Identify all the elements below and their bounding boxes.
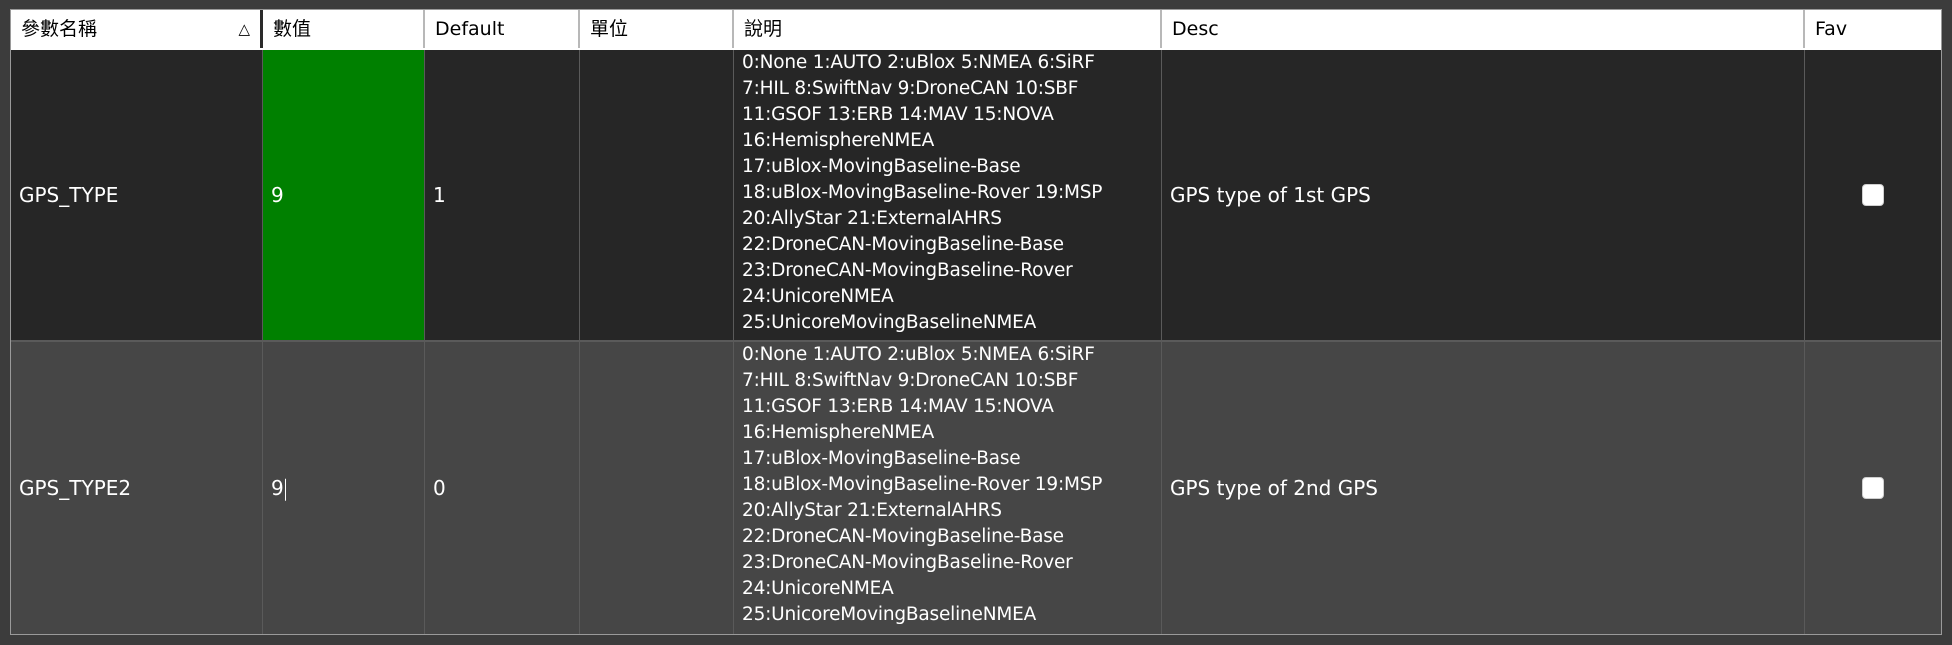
param-value-cell[interactable]: 9 (263, 50, 425, 340)
param-units-cell (580, 342, 734, 634)
sort-ascending-icon: △ (238, 20, 250, 38)
column-header-units[interactable]: 單位 (580, 10, 734, 48)
column-header-default-label: Default (435, 18, 505, 40)
column-header-desc-label: Desc (1172, 18, 1219, 40)
table-row[interactable]: GPS_TYPE 9 1 0:None 1:AUTO 2:uBlox 5:NME… (11, 50, 1941, 342)
parameter-grid: 參數名稱 △ 數值 Default 單位 說明 Desc Fav GPS_TYP… (10, 9, 1942, 635)
column-header-value-label: 數值 (273, 18, 312, 40)
table-row[interactable]: GPS_TYPE2 9 0 0:None 1:AUTO 2:uBlox 5:NM… (11, 342, 1941, 634)
grid-header: 參數名稱 △ 數值 Default 單位 說明 Desc Fav (11, 10, 1941, 50)
param-value-editor[interactable]: 9 (271, 476, 418, 501)
param-default-cell: 1 (425, 50, 580, 340)
param-units-cell (580, 50, 734, 340)
param-options-cell: 0:None 1:AUTO 2:uBlox 5:NMEA 6:SiRF 7:HI… (734, 50, 1162, 340)
column-header-fav[interactable]: Fav (1805, 10, 1941, 48)
param-name-cell[interactable]: GPS_TYPE2 (11, 342, 263, 634)
column-header-options-label: 說明 (744, 18, 783, 40)
param-name: GPS_TYPE (19, 183, 119, 207)
param-fav-cell (1805, 342, 1941, 634)
param-default-cell: 0 (425, 342, 580, 634)
fav-checkbox[interactable] (1862, 477, 1884, 499)
column-header-name[interactable]: 參數名稱 △ (11, 10, 263, 48)
param-options: 0:None 1:AUTO 2:uBlox 5:NMEA 6:SiRF 7:HI… (742, 344, 1103, 625)
column-header-name-label: 參數名稱 (21, 18, 98, 40)
column-header-options[interactable]: 說明 (734, 10, 1162, 48)
column-header-desc[interactable]: Desc (1162, 10, 1805, 48)
param-options-cell: 0:None 1:AUTO 2:uBlox 5:NMEA 6:SiRF 7:HI… (734, 342, 1162, 634)
param-value: 9 (271, 475, 284, 500)
param-name-cell[interactable]: GPS_TYPE (11, 50, 263, 340)
param-options: 0:None 1:AUTO 2:uBlox 5:NMEA 6:SiRF 7:HI… (742, 52, 1103, 333)
param-value-cell[interactable]: 9 (263, 342, 425, 634)
column-header-value[interactable]: 數值 (263, 10, 425, 48)
column-header-fav-label: Fav (1815, 18, 1848, 40)
column-header-default[interactable]: Default (425, 10, 580, 48)
param-default: 1 (433, 183, 446, 207)
fav-checkbox[interactable] (1862, 184, 1884, 206)
param-desc: GPS type of 2nd GPS (1170, 476, 1378, 500)
param-desc-cell: GPS type of 2nd GPS (1162, 342, 1805, 634)
param-default: 0 (433, 476, 446, 500)
text-cursor (284, 478, 286, 501)
param-desc-cell: GPS type of 1st GPS (1162, 50, 1805, 340)
param-desc: GPS type of 1st GPS (1170, 183, 1371, 207)
param-fav-cell (1805, 50, 1941, 340)
param-name: GPS_TYPE2 (19, 476, 132, 500)
param-value: 9 (271, 183, 284, 207)
column-header-units-label: 單位 (590, 18, 629, 40)
